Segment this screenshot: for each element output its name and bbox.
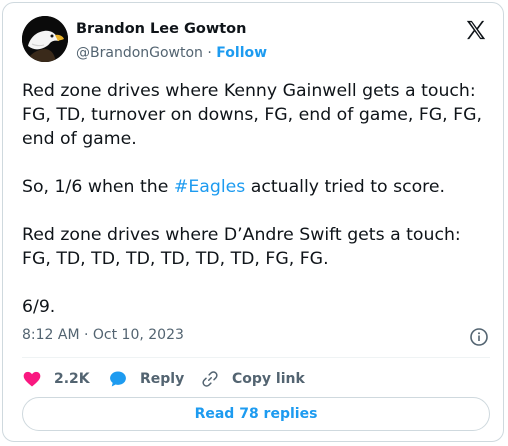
like-count: 2.2K (54, 371, 90, 387)
divider (22, 357, 490, 358)
timestamp[interactable]: 8:12 AM · Oct 10, 2023 (22, 327, 184, 343)
reply-label: Reply (140, 371, 185, 387)
heart-icon (23, 371, 41, 387)
tweet-text-fragment: actually tried to score. (245, 177, 446, 197)
author-name[interactable]: Brandon Lee Gowton (76, 21, 246, 37)
tweet-card: Brandon Lee Gowton @BrandonGowton · Foll… (2, 2, 504, 442)
action-bar: 2.2K Reply Copy link (22, 368, 490, 390)
tweet-paragraph-4: 6/9. (22, 297, 56, 317)
author-handle-row: @BrandonGowton · Follow (76, 45, 267, 61)
speech-bubble-icon (110, 371, 126, 387)
tweet-paragraph-2: So, 1/6 when the #Eagles actually tried … (22, 175, 492, 199)
tweet-text-fragment: So, 1/6 when the (22, 177, 174, 197)
copy-link-button[interactable]: Copy link (200, 368, 305, 390)
read-replies-button[interactable]: Read 78 replies (22, 397, 490, 431)
hashtag-link[interactable]: #Eagles (174, 177, 245, 197)
copy-link-label: Copy link (232, 371, 305, 387)
like-button[interactable]: 2.2K (22, 368, 90, 390)
avatar[interactable] (22, 16, 68, 62)
eagle-avatar-icon (22, 16, 68, 62)
link-icon (202, 371, 218, 387)
separator-dot: · (207, 45, 212, 61)
tweet-paragraph-1: Red zone drives where Kenny Gainwell get… (22, 81, 482, 149)
info-icon[interactable] (469, 327, 489, 347)
reply-button[interactable]: Reply (108, 368, 184, 390)
author-handle[interactable]: @BrandonGowton (76, 45, 203, 61)
follow-button[interactable]: Follow (216, 45, 267, 61)
x-logo-icon[interactable] (465, 19, 487, 41)
tweet-body: Red zone drives where Kenny Gainwell get… (22, 79, 492, 319)
tweet-paragraph-3: Red zone drives where D’Andre Swift gets… (22, 225, 461, 269)
